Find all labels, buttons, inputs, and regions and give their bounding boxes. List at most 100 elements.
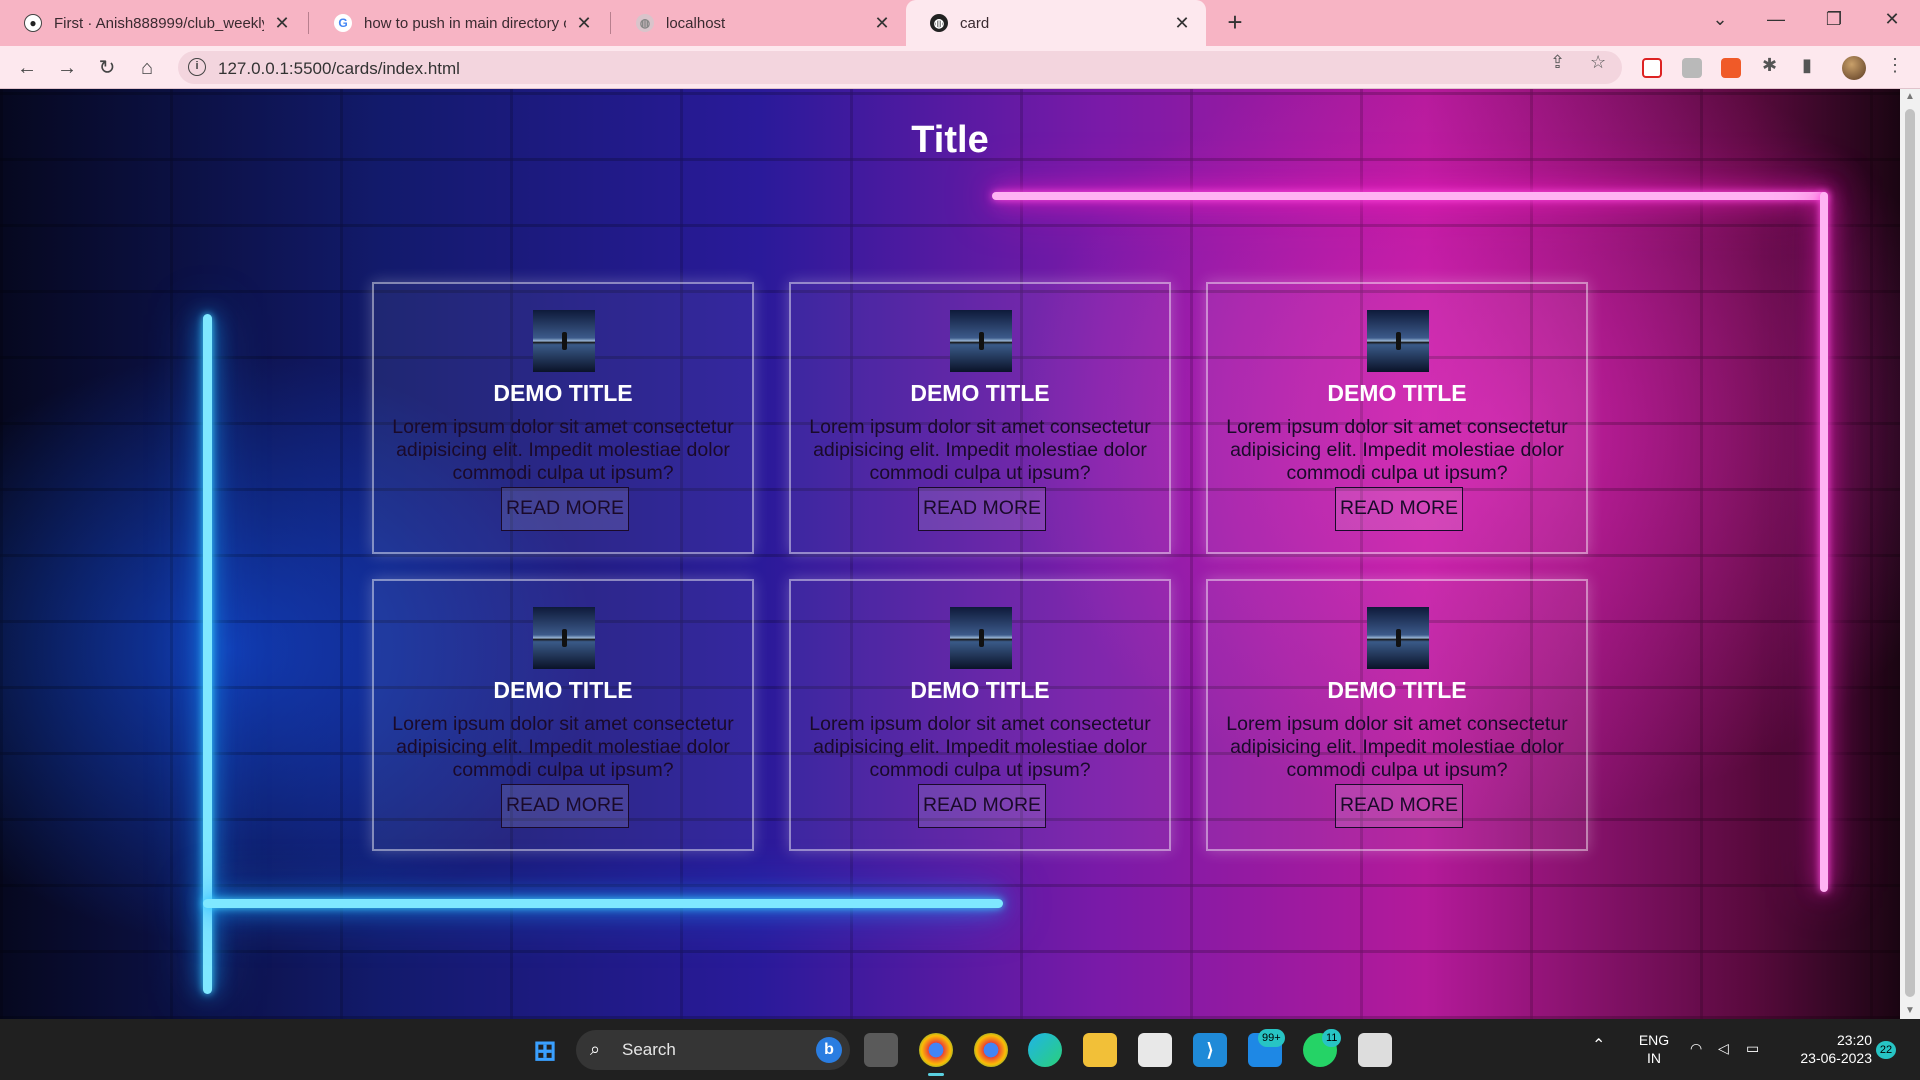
tab-localhost[interactable]: ◍ localhost ✕ <box>612 0 906 46</box>
read-more-button[interactable]: READ MORE <box>918 784 1046 828</box>
chrome-icon[interactable] <box>974 1033 1008 1067</box>
side-panel-icon[interactable]: ▮ <box>1802 55 1812 76</box>
neon-pink-frame-vertical <box>1820 192 1828 892</box>
windows-taskbar: ⊞ ⌕ Search b ⟩ 99+ 11 ⌃ ENG IN ◠ ◁ ▭ 23:… <box>0 1019 1920 1080</box>
card-image <box>1367 607 1429 669</box>
card: DEMO TITLE Lorem ipsum dolor sit amet co… <box>372 282 754 554</box>
read-more-button[interactable]: READ MORE <box>918 487 1046 531</box>
chrome-dev-icon[interactable] <box>919 1033 953 1067</box>
new-tab-button[interactable]: + <box>1220 8 1250 38</box>
card-image <box>950 607 1012 669</box>
read-more-button[interactable]: READ MORE <box>1335 784 1463 828</box>
tab-search-chevron-icon[interactable]: ⌄ <box>1692 0 1748 40</box>
tab-card[interactable]: ◍ card ✕ <box>906 0 1206 46</box>
clock-time: 23:20 <box>1836 1032 1872 1048</box>
scroll-up-arrow-icon[interactable]: ▲ <box>1900 89 1920 105</box>
region-code: IN <box>1647 1050 1661 1066</box>
globe-icon: ◍ <box>636 14 654 32</box>
card-text: Lorem ipsum dolor sit amet consectetur a… <box>1226 416 1568 484</box>
restore-button[interactable]: ❐ <box>1806 0 1862 40</box>
read-more-button[interactable]: READ MORE <box>1335 487 1463 531</box>
close-icon[interactable]: ✕ <box>574 13 594 34</box>
microsoft-store-icon[interactable] <box>1138 1033 1172 1067</box>
notification-badge[interactable]: 22 <box>1876 1041 1896 1059</box>
extension-grey-icon[interactable] <box>1682 58 1702 78</box>
neon-pink-frame-horizontal <box>992 192 1828 200</box>
card: DEMO TITLE Lorem ipsum dolor sit amet co… <box>1206 579 1588 851</box>
profile-avatar[interactable] <box>1842 56 1866 80</box>
tab-divider <box>308 12 309 34</box>
windows-start-icon[interactable]: ⊞ <box>528 1033 562 1067</box>
file-explorer-icon[interactable] <box>1083 1033 1117 1067</box>
card-text: Lorem ipsum dolor sit amet consectetur a… <box>392 713 734 781</box>
browser-toolbar: ← → ↻ ⌂ i 127.0.0.1:5500/cards/index.htm… <box>0 46 1920 89</box>
close-icon[interactable]: ✕ <box>872 13 892 34</box>
reload-icon[interactable]: ↻ <box>92 53 122 83</box>
github-icon: ● <box>24 14 42 32</box>
card: DEMO TITLE Lorem ipsum dolor sit amet co… <box>1206 282 1588 554</box>
tab-github[interactable]: ● First · Anish888999/club_weekly_ ✕ <box>0 0 306 46</box>
read-more-button[interactable]: READ MORE <box>501 487 629 531</box>
scrollbar-thumb[interactable] <box>1905 109 1915 997</box>
page-title: Title <box>911 119 989 161</box>
back-arrow-icon[interactable]: ← <box>12 53 42 83</box>
chevron-up-icon[interactable]: ⌃ <box>1592 1037 1605 1055</box>
neon-blue-frame-horizontal <box>203 899 1003 908</box>
wifi-icon[interactable]: ◠ <box>1690 1039 1702 1057</box>
card: DEMO TITLE Lorem ipsum dolor sit amet co… <box>789 579 1171 851</box>
site-info-icon[interactable]: i <box>188 58 206 76</box>
address-bar[interactable]: i 127.0.0.1:5500/cards/index.html <box>178 51 1622 84</box>
clock[interactable]: 23:20 23-06-2023 <box>1782 1031 1872 1067</box>
search-icon: ⌕ <box>590 1039 601 1059</box>
kebab-menu-icon[interactable]: ⋮ <box>1886 55 1904 76</box>
card: DEMO TITLE Lorem ipsum dolor sit amet co… <box>372 579 754 851</box>
volume-icon[interactable]: ◁ <box>1718 1039 1729 1057</box>
card-title: DEMO TITLE <box>910 677 1050 703</box>
google-icon: G <box>334 14 352 32</box>
tab-divider <box>610 12 611 34</box>
tab-label: card <box>960 14 990 32</box>
page-viewport: Title DEMO TITLE Lorem ipsum dolor sit a… <box>0 89 1900 1019</box>
extensions-puzzle-icon[interactable]: ✱ <box>1762 55 1777 76</box>
task-view-icon[interactable] <box>864 1033 898 1067</box>
card-title: DEMO TITLE <box>493 677 633 703</box>
scroll-down-arrow-icon[interactable]: ▼ <box>1900 1003 1920 1019</box>
close-icon[interactable]: ✕ <box>272 13 292 34</box>
home-icon[interactable]: ⌂ <box>132 53 162 83</box>
active-app-indicator <box>928 1073 944 1076</box>
bing-icon[interactable]: b <box>816 1037 842 1063</box>
window-close-button[interactable]: ✕ <box>1864 0 1920 40</box>
card: DEMO TITLE Lorem ipsum dolor sit amet co… <box>789 282 1171 554</box>
neon-blue-frame-vertical <box>203 314 212 994</box>
url-text[interactable]: 127.0.0.1:5500/cards/index.html <box>218 59 460 79</box>
read-more-button[interactable]: READ MORE <box>501 784 629 828</box>
card-text: Lorem ipsum dolor sit amet consectetur a… <box>1226 713 1568 781</box>
whatsapp-badge: 11 <box>1322 1029 1342 1047</box>
extension-orange-icon[interactable] <box>1721 58 1741 78</box>
clock-date: 23-06-2023 <box>1800 1050 1872 1066</box>
card-image <box>533 310 595 372</box>
bookmark-star-icon[interactable]: ☆ <box>1590 52 1606 73</box>
card-text: Lorem ipsum dolor sit amet consectetur a… <box>392 416 734 484</box>
snipping-tool-icon[interactable] <box>1358 1033 1392 1067</box>
card-title: DEMO TITLE <box>910 380 1050 406</box>
minimize-button[interactable]: — <box>1748 0 1804 40</box>
share-icon[interactable]: ⇪ <box>1550 52 1565 73</box>
vscode-icon[interactable]: ⟩ <box>1193 1033 1227 1067</box>
forward-arrow-icon[interactable]: → <box>52 53 82 83</box>
edge-icon[interactable] <box>1028 1033 1062 1067</box>
battery-icon[interactable]: ▭ <box>1746 1039 1759 1057</box>
page-scrollbar[interactable]: ▲ ▼ <box>1900 89 1920 1019</box>
close-icon[interactable]: ✕ <box>1172 13 1192 34</box>
language-code: ENG <box>1638 1032 1670 1048</box>
taskbar-search-box[interactable]: ⌕ Search b <box>576 1030 850 1070</box>
language-indicator[interactable]: ENG IN <box>1632 1031 1676 1067</box>
tab-google-search[interactable]: G how to push in main directory or ✕ <box>310 0 608 46</box>
globe-icon: ◍ <box>930 14 948 32</box>
search-label: Search <box>622 1040 676 1059</box>
card-text: Lorem ipsum dolor sit amet consectetur a… <box>809 713 1151 781</box>
card-text: Lorem ipsum dolor sit amet consectetur a… <box>809 416 1151 484</box>
card-image <box>533 607 595 669</box>
browser-tab-strip: ● First · Anish888999/club_weekly_ ✕ G h… <box>0 0 1920 46</box>
extension-shield-icon[interactable] <box>1642 58 1662 78</box>
